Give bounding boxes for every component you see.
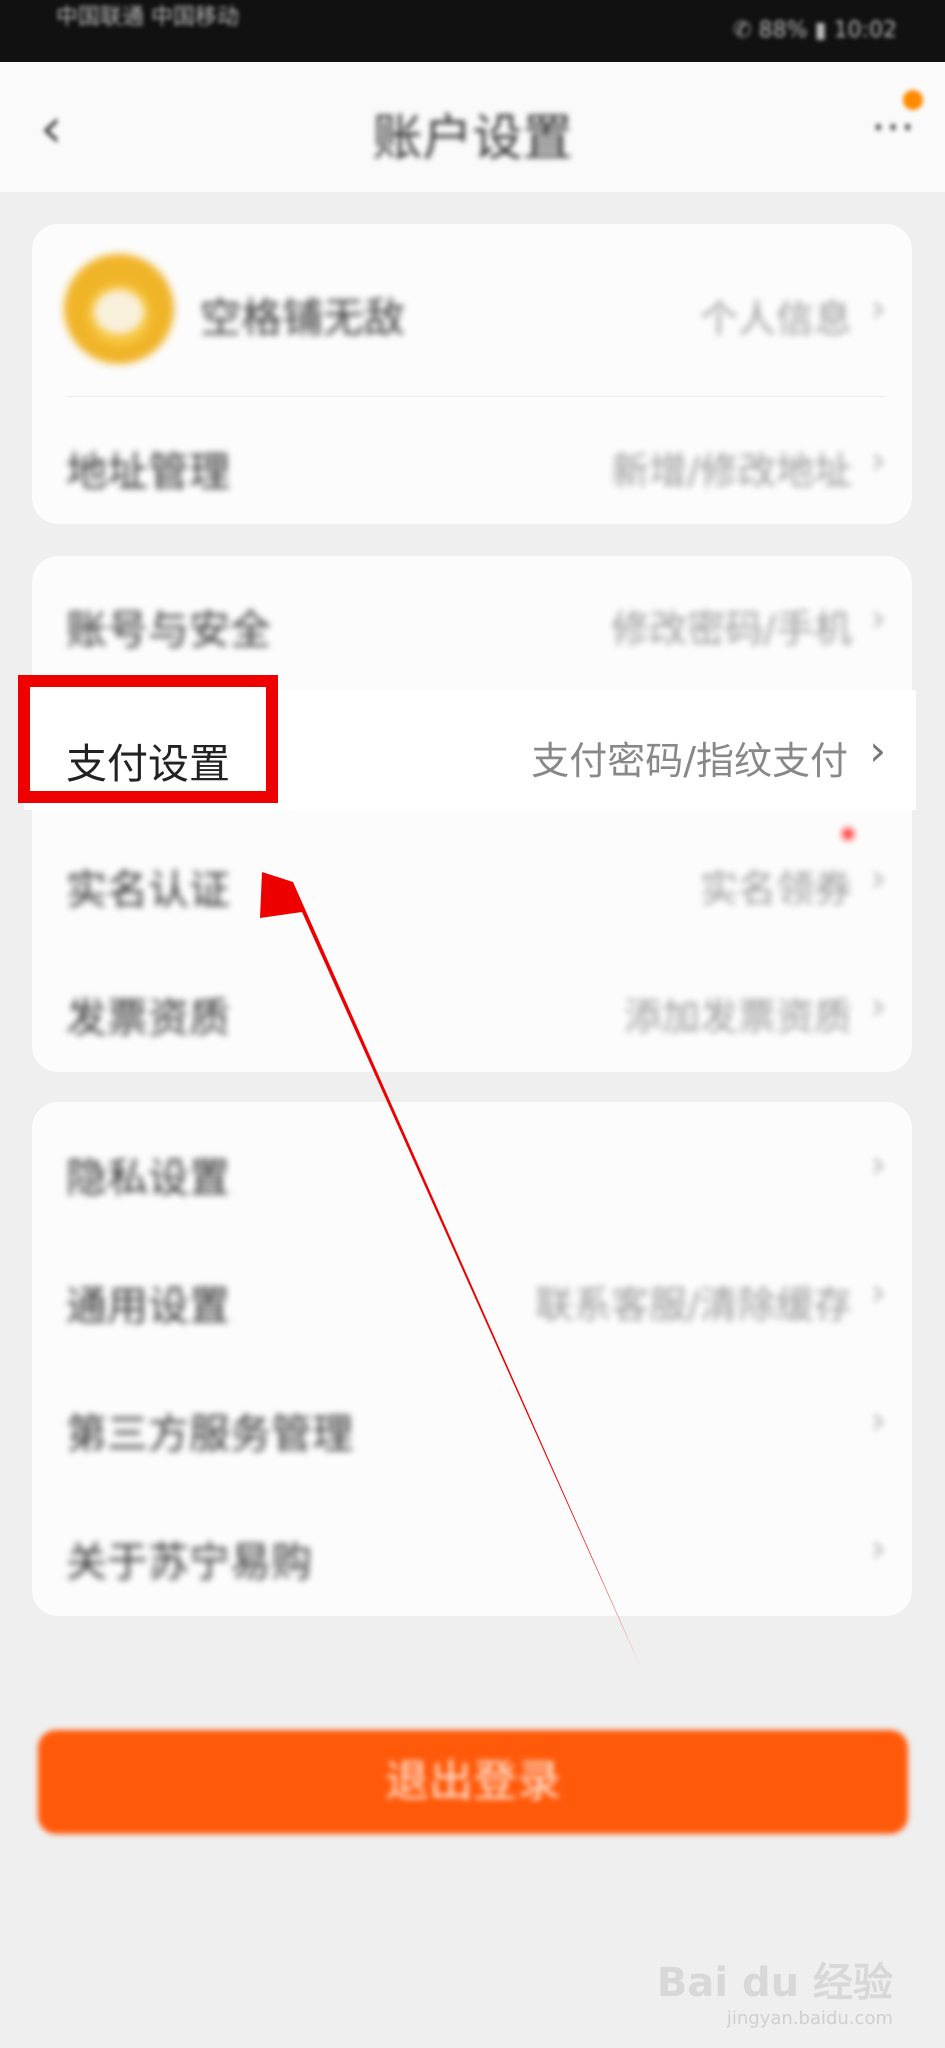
watermark: Bai du 经验 jingyan.baidu.com [657, 1950, 893, 2029]
watermark-brand: Bai du 经验 [656, 1960, 893, 2006]
annotation-arrow [260, 872, 642, 1670]
watermark-url: jingyan.baidu.com [726, 2008, 893, 2029]
